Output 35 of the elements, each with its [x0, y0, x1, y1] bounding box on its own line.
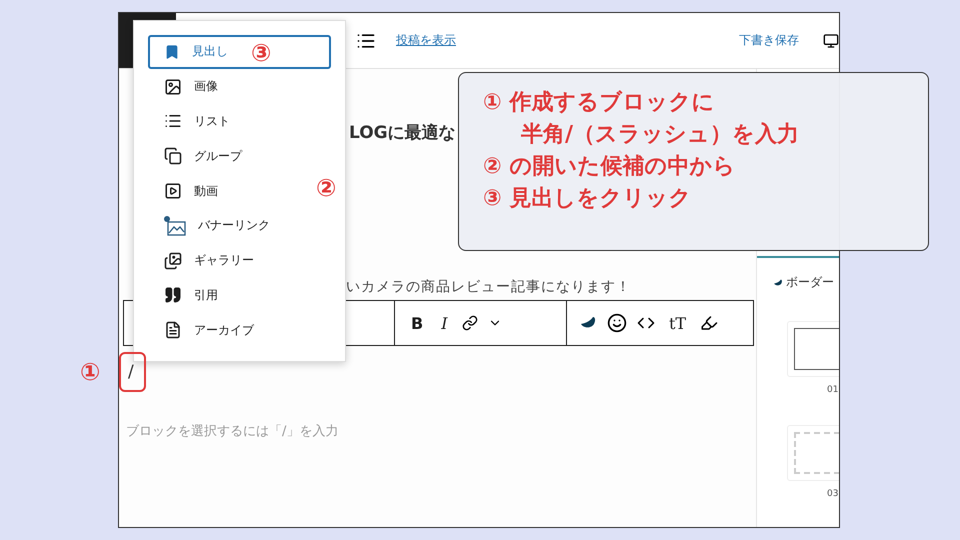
instruction-line: ① 作成するブロックに	[483, 89, 714, 117]
paragraph-text: いカメラの商品レビュー記事になります！	[346, 278, 632, 296]
smiley-icon[interactable]	[607, 313, 627, 333]
post-title: LOGに最適な	[349, 122, 456, 144]
highlighter-icon[interactable]	[700, 314, 718, 332]
group-icon	[164, 147, 182, 166]
preview-icon[interactable]	[823, 32, 839, 48]
step-marker: ①	[80, 360, 100, 384]
archive-icon	[164, 321, 182, 340]
video-icon	[164, 182, 182, 200]
bookmark-icon	[164, 44, 180, 60]
banner-image-icon	[164, 216, 186, 236]
step-marker: ②	[316, 176, 336, 200]
bird-icon	[773, 278, 783, 286]
border-style-thumbnail[interactable]	[787, 425, 839, 481]
instruction-line: 半角/（スラッシュ）を入力	[521, 120, 800, 149]
thumbnail-number: 01	[827, 385, 839, 395]
slash-input[interactable]: /	[128, 362, 756, 386]
save-draft-button[interactable]: 下書き保存	[733, 28, 805, 53]
step-marker: ③	[251, 41, 272, 65]
section-label: ボーダー	[786, 274, 834, 291]
bold-button[interactable]: B	[407, 312, 428, 334]
instruction-line: ③ 見出しをクリック	[483, 184, 692, 213]
image-icon	[164, 78, 182, 96]
instruction-line: ② の開いた候補の中から	[483, 152, 736, 181]
bird-icon[interactable]	[579, 316, 597, 330]
link-icon[interactable]	[462, 315, 478, 331]
font-size-button[interactable]: tT	[665, 312, 690, 334]
thumbnail-number: 03	[827, 489, 839, 499]
italic-button[interactable]: I	[437, 312, 452, 334]
border-style-thumbnail[interactable]	[787, 321, 839, 377]
gallery-icon	[164, 252, 182, 270]
quote-icon	[164, 286, 182, 304]
highlight-frame	[119, 352, 146, 392]
view-post-link[interactable]: 投稿を表示	[396, 32, 456, 49]
